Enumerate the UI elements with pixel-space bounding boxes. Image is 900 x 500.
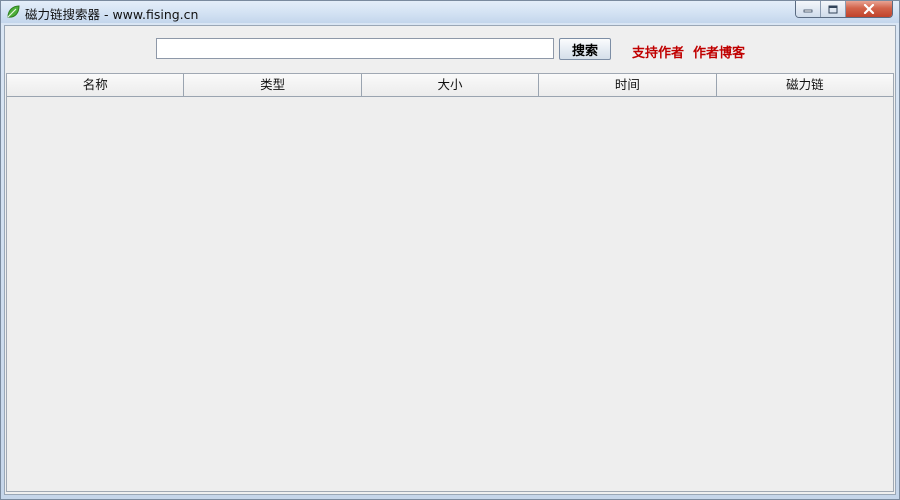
column-header-time[interactable]: 时间 — [539, 74, 717, 96]
column-header-size[interactable]: 大小 — [362, 74, 540, 96]
title-bar[interactable]: 磁力链搜索器 - www.fising.cn — [1, 1, 899, 23]
minimize-icon — [803, 9, 813, 13]
maximize-button[interactable] — [821, 1, 846, 17]
main-panel: 搜索 支持作者 作者博客 名称 类型 大小 时间 磁力链 — [4, 25, 896, 495]
search-input[interactable] — [156, 38, 554, 59]
leaf-icon — [5, 4, 21, 20]
close-icon — [863, 4, 875, 14]
window-controls — [795, 1, 893, 18]
column-header-magnet[interactable]: 磁力链 — [717, 74, 893, 96]
maximize-icon — [828, 5, 838, 13]
close-button[interactable] — [846, 1, 892, 17]
column-header-type[interactable]: 类型 — [184, 74, 362, 96]
column-header-name[interactable]: 名称 — [7, 74, 185, 96]
search-button[interactable]: 搜索 — [559, 38, 611, 60]
app-window: 磁力链搜索器 - www.fising.cn 搜索 支持作者 作者博客 名称 类… — [0, 0, 900, 500]
table-header: 名称 类型 大小 时间 磁力链 — [7, 74, 893, 97]
support-author-link[interactable]: 支持作者 — [632, 42, 684, 61]
window-title: 磁力链搜索器 - www.fising.cn — [25, 7, 199, 22]
author-blog-link[interactable]: 作者博客 — [693, 42, 745, 61]
minimize-button[interactable] — [796, 1, 821, 17]
results-table[interactable]: 名称 类型 大小 时间 磁力链 — [6, 73, 894, 492]
